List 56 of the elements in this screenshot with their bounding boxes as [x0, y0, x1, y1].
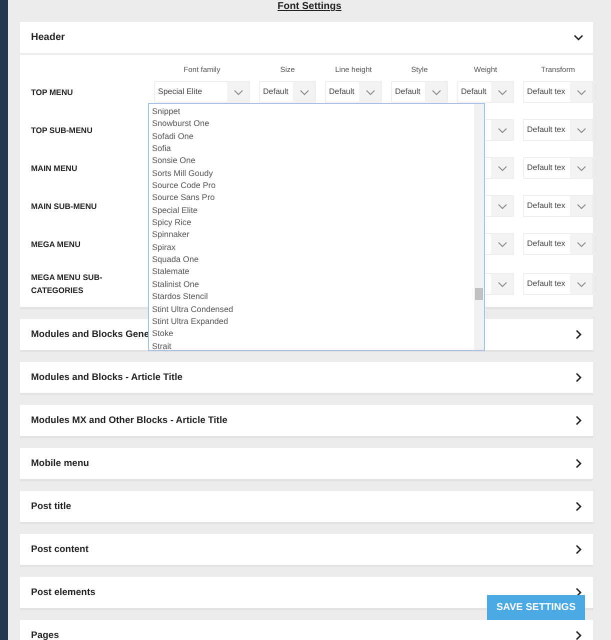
section-title[interactable]: Pages: [31, 630, 59, 640]
dropdown-option[interactable]: Source Code Pro: [152, 179, 471, 192]
dropdown-option[interactable]: Stint Ultra Condensed: [152, 302, 471, 315]
style-select[interactable]: Default: [391, 81, 448, 103]
dropdown-option[interactable]: Sonsie One: [152, 154, 471, 167]
dropdown-option[interactable]: Stoke: [152, 327, 471, 340]
row-label: MEGA MENU: [31, 238, 82, 250]
dropdown-option[interactable]: Spinnaker: [152, 228, 471, 241]
dropdown-option[interactable]: Sofadi One: [152, 130, 471, 142]
transform-select[interactable]: Default tex: [523, 157, 593, 179]
chevron-icon: [573, 501, 584, 512]
chevron-icon: [573, 630, 584, 640]
section-title[interactable]: Modules and Blocks - Article Title: [31, 372, 183, 383]
dropdown-option[interactable]: Sofia: [152, 142, 471, 154]
chevron-icon: [573, 544, 584, 555]
row-label: MAIN SUB-MENU: [31, 200, 98, 212]
chevron-icon: [573, 329, 584, 340]
scrollbar[interactable]: [474, 104, 484, 350]
dropdown-option[interactable]: Source Sans Pro: [152, 191, 471, 204]
dropdown-option[interactable]: Squada One: [152, 253, 471, 266]
transform-select[interactable]: Default tex: [523, 195, 593, 217]
chevron-icon: [573, 458, 584, 469]
dropdown-option[interactable]: Sorts Mill Goudy: [152, 166, 471, 180]
transform-select[interactable]: Default tex: [523, 273, 593, 295]
section-title[interactable]: Post elements: [31, 587, 96, 598]
dropdown-option[interactable]: Stalemate: [152, 265, 471, 278]
section-title[interactable]: Modules and Blocks Gene: [31, 329, 150, 340]
row-label: TOP MENU: [31, 86, 74, 98]
section-title[interactable]: Post title: [31, 501, 72, 512]
dropdown-option[interactable]: Spicy Rice: [152, 216, 471, 228]
dropdown-option[interactable]: Strait: [152, 340, 471, 350]
dropdown-option[interactable]: Stalinist One: [152, 278, 471, 290]
transform-select[interactable]: Default tex: [523, 81, 593, 103]
row-label: TOP SUB-MENU: [31, 124, 94, 136]
weight-select[interactable]: Default: [457, 81, 514, 103]
size-select[interactable]: Default: [259, 81, 316, 103]
dropdown-option[interactable]: Stardos Stencil: [152, 290, 471, 302]
section-title[interactable]: Modules MX and Other Blocks - Article Title: [31, 415, 228, 426]
page-title: Font Settings: [276, 0, 342, 14]
chevron-icon: [573, 415, 584, 426]
line-height-select[interactable]: Default: [325, 81, 382, 103]
transform-select[interactable]: Default tex: [523, 233, 593, 255]
chevron-icon: [573, 372, 584, 383]
section-title[interactable]: Post content: [31, 544, 89, 555]
dropdown-option[interactable]: Snippet: [152, 105, 471, 118]
font-family-select[interactable]: Special Elite: [154, 81, 250, 103]
transform-select[interactable]: Default tex: [523, 119, 593, 141]
row-label: MAIN MENU: [31, 162, 78, 174]
dropdown-option[interactable]: Spirax: [152, 240, 471, 254]
dropdown-option[interactable]: Special Elite: [152, 204, 471, 216]
dropdown-option[interactable]: Snowburst One: [152, 117, 471, 130]
section-title[interactable]: Mobile menu: [31, 458, 90, 469]
dropdown-option[interactable]: Stint Ultra Expanded: [152, 314, 471, 328]
panel-header[interactable]: Header: [20, 22, 593, 55]
chevron-icon: [573, 32, 584, 43]
row-label: MEGA MENU SUB-CATEGORIES: [31, 272, 104, 297]
